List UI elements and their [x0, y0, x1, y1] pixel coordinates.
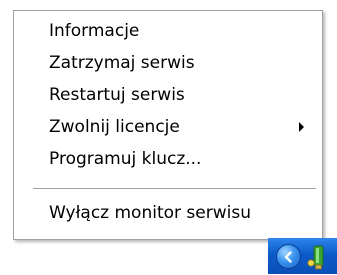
menu-item-programuj-klucz[interactable]: Programuj klucz... — [16, 147, 320, 171]
menu-item-wylacz-monitor-serwisu[interactable]: Wyłącz monitor serwisu — [16, 201, 320, 225]
menu-item-informacje[interactable]: Informacje — [16, 19, 320, 43]
usb-key-icon — [307, 245, 324, 270]
menu-item-zwolnij-licencje[interactable]: Zwolnij licencje — [16, 115, 320, 139]
menu-item-label: Wyłącz monitor serwisu — [49, 203, 251, 223]
menu-item-label: Zwolnij licencje — [49, 117, 180, 137]
menu-item-label: Restartuj serwis — [49, 85, 185, 105]
context-menu: Informacje Zatrzymaj serwis Restartuj se… — [13, 10, 323, 240]
chevron-left-icon — [284, 251, 292, 263]
menu-separator — [33, 188, 316, 190]
menu-item-label: Zatrzymaj serwis — [49, 53, 195, 73]
menu-item-zatrzymaj-serwis[interactable]: Zatrzymaj serwis — [16, 51, 320, 75]
menu-item-label: Informacje — [49, 21, 140, 41]
menu-item-label: Programuj klucz... — [49, 149, 202, 169]
tray-app-icon[interactable] — [305, 243, 333, 271]
menu-item-restartuj-serwis[interactable]: Restartuj serwis — [16, 83, 320, 107]
tray-expand-button[interactable] — [276, 244, 301, 269]
submenu-arrow-icon — [299, 122, 304, 132]
